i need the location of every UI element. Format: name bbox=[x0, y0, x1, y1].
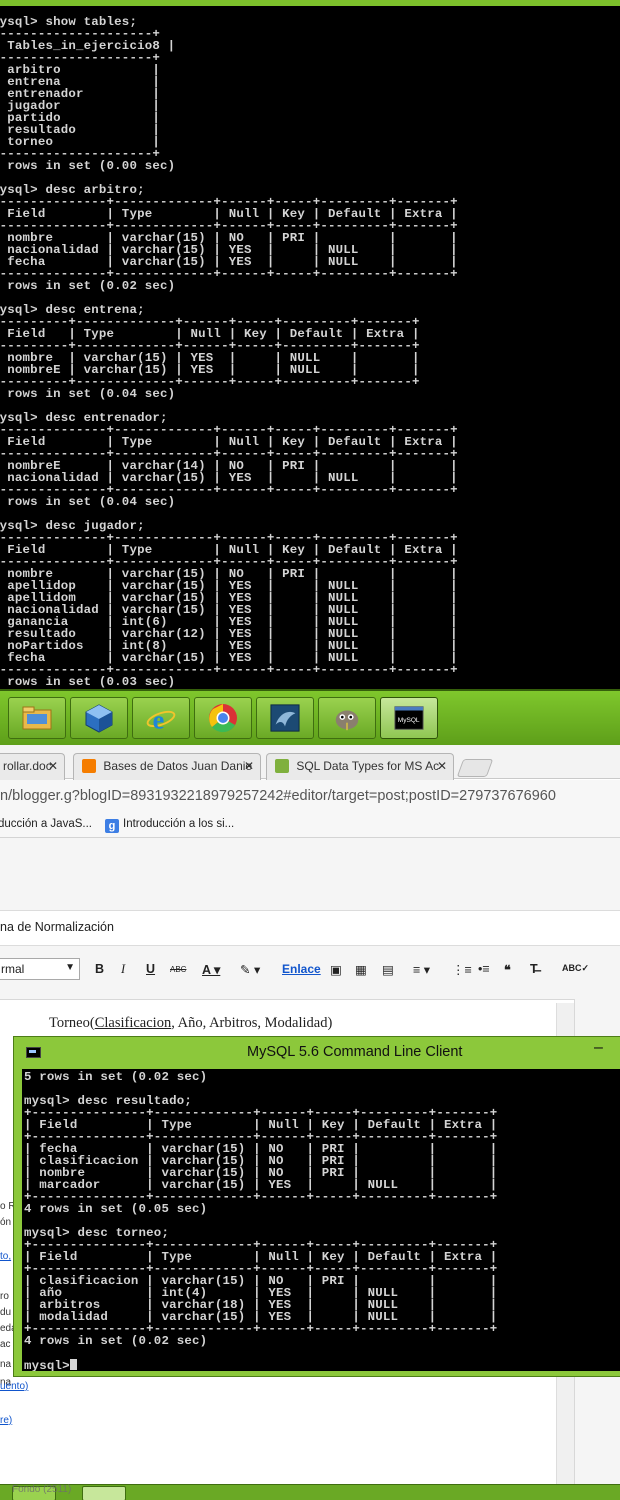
tab-label: SQL Data Types for MS Ac bbox=[296, 759, 440, 773]
taskbar-item-active[interactable] bbox=[82, 1486, 126, 1500]
link-button[interactable]: Enlace bbox=[282, 962, 321, 976]
taskbar: e MySQL bbox=[0, 689, 620, 745]
taskbar-file-explorer[interactable] bbox=[8, 697, 66, 739]
tab-w3schools[interactable]: SQL Data Types for MS Ac ✕ bbox=[266, 753, 454, 780]
text-rest: , Año, Arbitros, Modalidad) bbox=[171, 1015, 333, 1031]
console-line: 4 rows in set (0.05 sec) bbox=[24, 1202, 208, 1216]
window-titlebar[interactable]: MySQL 5.6 Command Line Client – bbox=[14, 1037, 620, 1069]
spellcheck-icon[interactable]: ABC✓ bbox=[562, 963, 589, 974]
underline-icon[interactable]: U bbox=[146, 962, 155, 976]
dolphin-icon bbox=[270, 703, 300, 733]
editor-toolbar: rmal ▼ B I U ABC A ▾ ✎ ▾ Enlace ▣ ▦ ▤ ≡ … bbox=[0, 955, 620, 985]
console-output: 5 rows in set (0.02 sec) mysql> desc res… bbox=[24, 1071, 497, 1371]
address-bar[interactable]: n/blogger.g?blogID=8931932218979257242#e… bbox=[0, 780, 620, 812]
close-icon[interactable]: ✕ bbox=[48, 759, 58, 773]
align-icon[interactable]: ≡ ▾ bbox=[413, 962, 430, 977]
tab-label: rollar.doc bbox=[3, 759, 52, 773]
quote-icon[interactable]: ❝ bbox=[504, 962, 511, 977]
bookmark-introduccion[interactable]: g Introducción a los si... bbox=[105, 818, 234, 833]
w3schools-icon bbox=[275, 759, 289, 773]
text-fragment: na bbox=[0, 1359, 12, 1370]
new-tab-button[interactable] bbox=[456, 759, 494, 777]
bulleted-list-icon[interactable]: •≡ bbox=[478, 962, 490, 976]
tab-blogger[interactable]: Bases de Datos Juan Danie ✕ bbox=[73, 753, 261, 780]
editor-text-line: Torneo(Clasificacion, Año, Arbitros, Mod… bbox=[49, 1015, 332, 1032]
taskbar-virtualbox[interactable] bbox=[70, 697, 128, 739]
close-icon[interactable]: ✕ bbox=[244, 759, 254, 773]
blogger-icon bbox=[82, 759, 96, 773]
gimp-icon bbox=[332, 703, 362, 733]
image-icon[interactable]: ▣ bbox=[330, 962, 342, 977]
svg-text:e: e bbox=[153, 705, 165, 733]
url-text: n/blogger.g?blogID=8931932218979257242#e… bbox=[0, 788, 556, 804]
console-line: 5 rows in set (0.02 sec) bbox=[24, 1070, 208, 1084]
mysql-console-top[interactable]: mysql> show tables; +--------------------… bbox=[0, 6, 620, 689]
console-line: 8 rows in set (0.03 sec) bbox=[0, 675, 176, 689]
console-line: 3 rows in set (0.02 sec) bbox=[0, 279, 176, 293]
italic-icon[interactable]: I bbox=[121, 962, 125, 977]
text-color-icon[interactable]: A ▾ bbox=[202, 962, 220, 977]
window-title: MySQL 5.6 Command Line Client bbox=[247, 1044, 463, 1060]
format-select[interactable]: rmal ▼ bbox=[0, 958, 80, 980]
chevron-down-icon: ▼ bbox=[65, 962, 75, 973]
text-fragment: uento) bbox=[0, 1381, 29, 1392]
console-line: mysql> bbox=[24, 1359, 497, 1371]
console-output: mysql> show tables; +--------------------… bbox=[0, 16, 458, 688]
console-icon bbox=[26, 1047, 41, 1058]
virtualbox-icon bbox=[84, 703, 114, 733]
mysql-console[interactable]: 5 rows in set (0.02 sec) mysql> desc res… bbox=[22, 1069, 620, 1371]
google-icon: g bbox=[105, 819, 119, 833]
mysql-command-line-window[interactable]: MySQL 5.6 Command Line Client – 5 rows i… bbox=[13, 1036, 620, 1377]
tab-strip: rollar.doc ✕ Bases de Datos Juan Danie ✕… bbox=[0, 745, 620, 780]
close-icon[interactable]: ✕ bbox=[437, 759, 447, 773]
text-fragment: re) bbox=[0, 1415, 13, 1426]
minimize-button[interactable]: – bbox=[594, 1039, 603, 1057]
background-text: Fondo (2511) bbox=[12, 1484, 72, 1495]
bookmark-label: Introducción a los si... bbox=[123, 818, 235, 830]
tab-label: Bases de Datos Juan Danie bbox=[103, 759, 253, 773]
taskbar-gimp[interactable] bbox=[318, 697, 376, 739]
text-cursor bbox=[69, 1359, 77, 1370]
jump-break-icon[interactable]: ▤ bbox=[382, 962, 394, 977]
text-fragment: ac bbox=[0, 1339, 11, 1350]
text-prefix: Torneo( bbox=[49, 1015, 95, 1031]
console-line: 2 rows in set (0.04 sec) bbox=[0, 387, 176, 401]
text-fragment: ro bbox=[0, 1291, 9, 1302]
text-fragment: du bbox=[0, 1307, 12, 1318]
strikethrough-icon[interactable]: ABC bbox=[170, 965, 186, 974]
internet-explorer-icon: e bbox=[146, 703, 176, 733]
bookmark-javascript[interactable]: ducción a JavaS... bbox=[0, 818, 92, 830]
console-line: 2 rows in set (0.04 sec) bbox=[0, 495, 176, 509]
post-title: na de Normalización bbox=[0, 920, 114, 934]
text-fragment: ón bbox=[0, 1217, 12, 1228]
format-value: rmal bbox=[1, 962, 25, 976]
numbered-list-icon[interactable]: ⋮≡ bbox=[452, 962, 472, 977]
console-line: 4 rows in set (0.02 sec) bbox=[24, 1334, 208, 1348]
mysql-console-icon: MySQL bbox=[394, 703, 424, 733]
highlight-icon[interactable]: ✎ ▾ bbox=[240, 962, 260, 977]
text-underlined: Clasificacion bbox=[94, 1015, 172, 1031]
taskbar-bottom bbox=[0, 1484, 620, 1500]
chrome-icon bbox=[208, 703, 238, 733]
taskbar-mysql-workbench[interactable] bbox=[256, 697, 314, 739]
video-icon[interactable]: ▦ bbox=[355, 962, 367, 977]
taskbar-chrome[interactable] bbox=[194, 697, 252, 739]
tab-rollar-doc[interactable]: rollar.doc ✕ bbox=[0, 753, 65, 780]
folder-icon bbox=[22, 703, 52, 733]
bookmarks-bar: ducción a JavaS... g Introducción a los s… bbox=[0, 812, 620, 838]
svg-text:MySQL: MySQL bbox=[398, 717, 420, 724]
taskbar-mysql-command-line[interactable]: MySQL bbox=[380, 697, 438, 739]
post-title-field[interactable]: na de Normalización bbox=[0, 910, 620, 946]
bold-icon[interactable]: B bbox=[95, 962, 104, 976]
console-line: 7 rows in set (0.00 sec) bbox=[0, 159, 176, 173]
clear-format-icon[interactable]: T̶ bbox=[530, 962, 538, 976]
taskbar-internet-explorer[interactable]: e bbox=[132, 697, 190, 739]
text-fragment: to, bbox=[0, 1251, 12, 1262]
